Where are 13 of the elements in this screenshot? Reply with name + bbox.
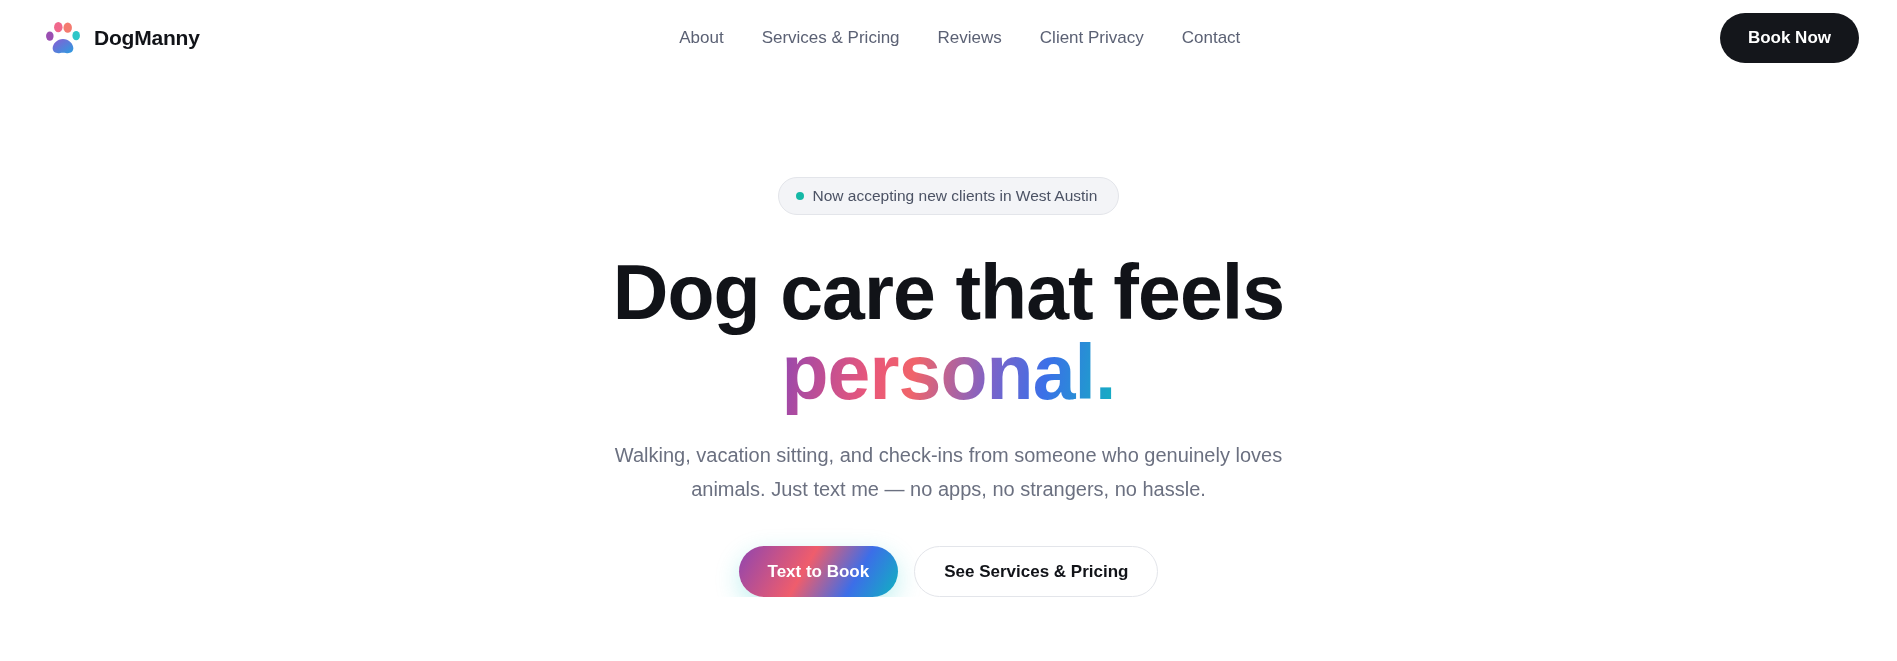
hero-subtitle: Walking, vacation sitting, and check-ins from someone who genuinely loves animals. Just text me — no apps, no strangers, no hassle. [613,443,1284,502]
nav-link[interactable]: About [679,27,724,48]
nav-link[interactable]: Reviews [937,27,1002,48]
book-now-button[interactable]: Book Now [1719,12,1859,63]
badge-text: Now accepting new clients in West Austin [812,187,1098,205]
nav-link[interactable]: Client Privacy [1039,27,1144,48]
text-to-book-button[interactable]: Text to Book [738,546,899,597]
nav-link[interactable]: Services & Pricing [761,27,900,48]
services-pricing-button[interactable]: See Services & Pricing [914,546,1159,597]
brand-name: DogManny [94,25,200,50]
paw-logo-icon [46,21,80,54]
nav-link[interactable]: Contact [1181,27,1241,48]
status-dot-icon [795,192,804,200]
